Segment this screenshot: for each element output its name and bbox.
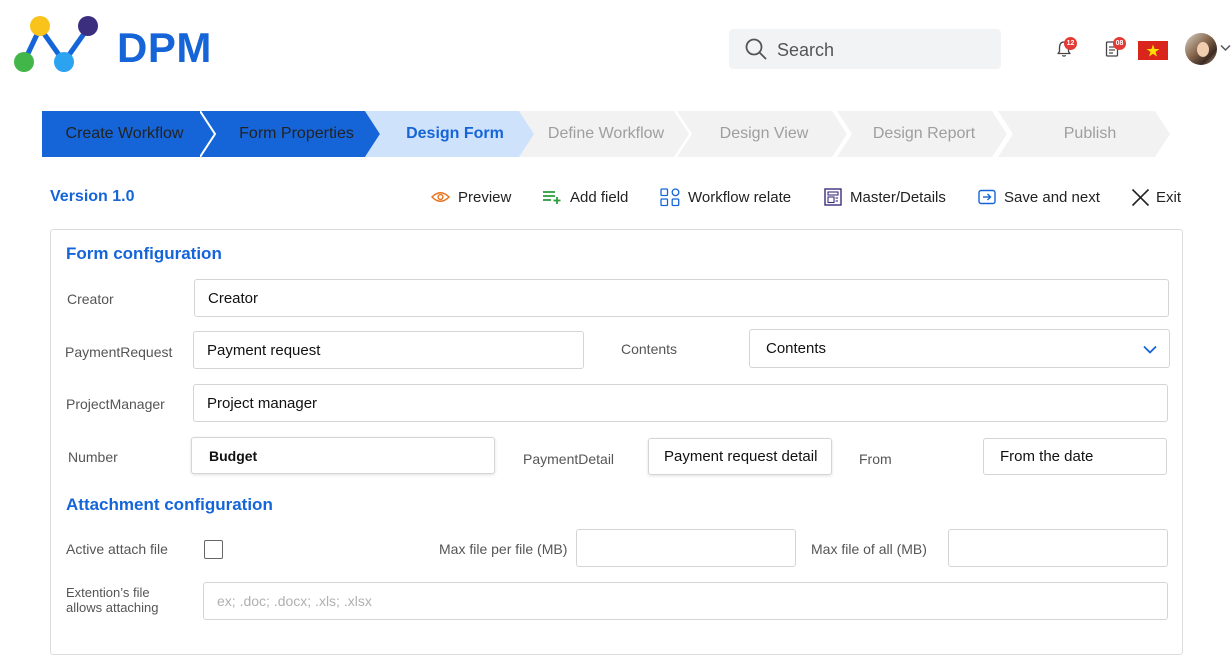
documents-badge: 08 [1113,37,1126,50]
step-label: Design View [719,125,809,142]
workflow-stepper: Create Workflow Form Properties Design F… [42,111,1172,157]
number-label: Number [68,449,118,465]
workflow-relate-label: Workflow relate [688,188,792,206]
close-icon [1131,188,1150,206]
from-field[interactable]: From the date [983,438,1167,475]
payment-detail-value: Payment request detail [664,448,818,465]
master-details-icon [824,188,842,206]
form-panel: Form configuration Creator Creator Payme… [50,229,1183,655]
step-form-properties[interactable]: Form Properties [200,111,380,157]
flag-star-icon [1146,44,1160,57]
add-field-button[interactable]: Add field [542,187,628,207]
step-publish[interactable]: Publish [998,111,1170,157]
save-next-icon [978,189,996,205]
step-label: Design Form [406,125,504,142]
creator-value: Creator [208,289,259,307]
notification-button[interactable]: 12 [1056,37,1077,63]
vietnam-flag-icon[interactable] [1138,41,1168,60]
logo-mark-icon [14,16,98,72]
documents-button[interactable]: 08 [1105,37,1126,63]
project-manager-value: Project manager [207,394,318,412]
exit-label: Exit [1156,188,1182,206]
extensions-label: Extention’s file allows attaching [66,585,159,615]
creator-label: Creator [67,291,114,307]
contents-value: Contents [766,340,827,357]
step-design-view[interactable]: Design View [677,111,847,157]
search-icon [745,38,767,60]
payment-detail-label: PaymentDetail [523,451,615,467]
contents-label: Contents [621,341,678,357]
logo-text: DPM [117,24,212,71]
payment-request-value: Payment request [207,341,321,359]
payment-detail-field[interactable]: Payment request detail [648,438,832,475]
search-placeholder: Search [777,40,835,60]
from-value: From the date [1000,448,1094,465]
step-label: Define Workflow [547,125,665,142]
preview-button[interactable]: Preview [431,187,511,207]
form-configuration-title: Form configuration [66,244,222,263]
step-define-workflow[interactable]: Define Workflow [519,111,689,157]
eye-icon [431,192,450,202]
extensions-placeholder: ex; .doc; .docx; .xls; .xlsx [217,593,372,609]
active-attach-label: Active attach file [66,541,168,557]
preview-label: Preview [458,188,512,206]
step-label: Publish [1063,125,1117,142]
extensions-label-line1: Extention’s file [66,585,150,600]
attachment-configuration-title: Attachment configuration [66,495,273,514]
chevron-down-icon [1143,345,1157,354]
step-label: Design Report [872,125,976,142]
step-create-workflow[interactable]: Create Workflow [42,111,217,157]
chevron-down-icon[interactable] [1220,44,1231,52]
add-list-icon [543,191,561,204]
step-design-report[interactable]: Design Report [837,111,1007,157]
active-attach-checkbox[interactable] [204,540,223,559]
max-all-label: Max file of all (MB) [811,541,927,557]
payment-request-label: PaymentRequest [65,344,173,360]
number-value: Budget [209,447,258,464]
dpm-logo[interactable]: DPM [12,14,222,76]
payment-request-field[interactable]: Payment request [193,331,584,369]
number-field[interactable]: Budget [191,437,495,474]
exit-button[interactable]: Exit [1131,187,1181,207]
step-label: Create Workflow [65,125,184,142]
workflow-relate-button[interactable]: Workflow relate [660,187,791,207]
avatar[interactable] [1185,33,1217,65]
extensions-label-line2: allows attaching [66,600,159,615]
contents-select[interactable]: Contents [749,329,1170,368]
project-manager-label: ProjectManager [66,396,165,412]
workflow-nodes-icon [660,187,680,206]
save-and-next-button[interactable]: Save and next [978,187,1100,207]
notification-badge: 12 [1064,37,1077,50]
avatar-face [1197,42,1209,57]
project-manager-field[interactable]: Project manager [193,384,1168,422]
extensions-input[interactable]: ex; .doc; .docx; .xls; .xlsx [203,582,1168,620]
max-per-file-label: Max file per file (MB) [439,541,568,557]
save-and-next-label: Save and next [1004,188,1100,206]
add-field-label: Add field [570,188,629,206]
creator-field[interactable]: Creator [194,279,1169,317]
search-input[interactable]: Search [729,29,1001,69]
version-label: Version 1.0 [50,188,135,205]
step-design-form[interactable]: Design Form [365,111,535,157]
max-all-input[interactable] [948,529,1168,567]
step-label: Form Properties [239,125,354,142]
from-label: From [859,451,892,467]
master-details-label: Master/Details [850,188,946,206]
master-details-button[interactable]: Master/Details [824,187,946,207]
max-per-file-input[interactable] [576,529,796,567]
